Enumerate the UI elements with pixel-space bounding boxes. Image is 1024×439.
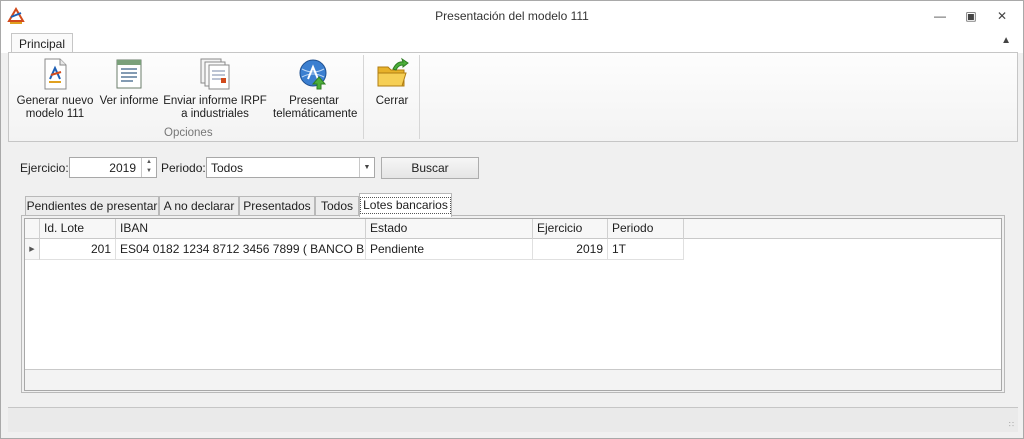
col-id-lote[interactable]: Id. Lote — [40, 219, 116, 239]
table-row[interactable]: ▶ 201 ES04 0182 1234 8712 3456 7899 ( BA… — [25, 239, 685, 260]
col-periodo[interactable]: Periodo — [608, 219, 684, 239]
cell-periodo[interactable]: 1T — [608, 239, 684, 260]
cell-id-lote[interactable]: 201 — [40, 239, 116, 260]
close-button[interactable]: ✕ — [992, 7, 1012, 25]
col-estado[interactable]: Estado — [366, 219, 533, 239]
ribbon-group-separator-2 — [419, 55, 420, 139]
spin-down-icon[interactable]: ▼ — [142, 167, 156, 176]
tab-lotes-bancarios[interactable]: Lotes bancarios — [359, 193, 452, 217]
folder-exit-icon — [377, 57, 409, 87]
buscar-button[interactable]: Buscar — [381, 157, 479, 179]
tab-todos[interactable]: Todos — [315, 196, 359, 216]
ejercicio-spinner[interactable]: 2019 ▲ ▼ — [69, 157, 157, 178]
generar-modelo-label: Generar nuevo modelo 111 — [16, 95, 94, 120]
enviar-informe-button[interactable]: Enviar informe IRPF a industriales — [163, 57, 267, 121]
presentar-button[interactable]: Presentar telemáticamente — [273, 57, 358, 121]
periodo-label: Periodo: — [161, 161, 206, 175]
col-ejercicio[interactable]: Ejercicio — [533, 219, 608, 239]
new-document-icon — [44, 58, 67, 90]
main-window: Presentación del modelo 111 — ▣ ✕ Princi… — [0, 0, 1024, 439]
cell-estado[interactable]: Pendiente — [366, 239, 533, 260]
periodo-value: Todos — [211, 161, 244, 175]
tab-presentados[interactable]: Presentados — [239, 196, 315, 216]
cell-ejercicio[interactable]: 2019 — [533, 239, 608, 260]
enviar-informe-label: Enviar informe IRPF a industriales — [163, 95, 267, 120]
window-title: Presentación del modelo 111 — [435, 9, 589, 23]
ejercicio-value: 2019 — [109, 161, 136, 175]
tab-lotes-label: Lotes bancarios — [360, 197, 451, 214]
row-indicator-icon: ▶ — [25, 239, 40, 260]
generar-modelo-button[interactable]: Generar nuevo modelo 111 — [13, 57, 97, 121]
periodo-select[interactable]: Todos ▼ — [206, 157, 375, 178]
tab-pendientes[interactable]: Pendientes de presentar — [25, 196, 159, 216]
cell-iban[interactable]: ES04 0182 1234 8712 3456 7899 ( BANCO BI… — [116, 239, 366, 260]
spinner-buttons[interactable]: ▲ ▼ — [141, 158, 156, 177]
ribbon-group-label: Opciones — [164, 127, 213, 139]
presentar-label: Presentar telemáticamente — [273, 95, 358, 120]
title-bar: Presentación del modelo 111 — ▣ ✕ — [1, 1, 1023, 31]
ver-informe-button[interactable]: Ver informe — [99, 57, 159, 108]
lotes-grid[interactable]: Id. Lote IBAN Estado Ejercicio Periodo ▶… — [24, 218, 1002, 391]
spin-up-icon[interactable]: ▲ — [142, 158, 156, 167]
globe-upload-icon — [299, 59, 327, 90]
resize-grip-icon[interactable]: ∷ — [1009, 420, 1014, 429]
ribbon-tab-bar: Principal ▲ — [1, 31, 1023, 54]
collapse-ribbon-icon[interactable]: ▲ — [1001, 35, 1011, 46]
send-documents-icon — [200, 58, 230, 90]
cerrar-button[interactable]: Cerrar — [369, 57, 415, 108]
col-iban[interactable]: IBAN — [116, 219, 366, 239]
ribbon-panel: Generar nuevo modelo 111 Ver informe Env… — [8, 52, 1018, 142]
report-icon — [116, 59, 142, 89]
grid-header: Id. Lote IBAN Estado Ejercicio Periodo — [25, 219, 1001, 239]
restore-button[interactable]: ▣ — [961, 7, 981, 25]
ver-informe-label: Ver informe — [99, 95, 159, 107]
tab-no-declarar[interactable]: A no declarar — [159, 196, 239, 216]
grid-footer — [25, 369, 1001, 390]
header-indicator — [25, 219, 40, 239]
status-bar: ∷ — [8, 407, 1018, 432]
chevron-down-icon[interactable]: ▼ — [359, 158, 374, 177]
ribbon-group-separator — [363, 55, 364, 139]
ribbon-tab-principal[interactable]: Principal — [11, 33, 73, 54]
cerrar-label: Cerrar — [375, 95, 409, 107]
minimize-button[interactable]: — — [930, 7, 950, 25]
ejercicio-label: Ejercicio: — [20, 161, 69, 175]
